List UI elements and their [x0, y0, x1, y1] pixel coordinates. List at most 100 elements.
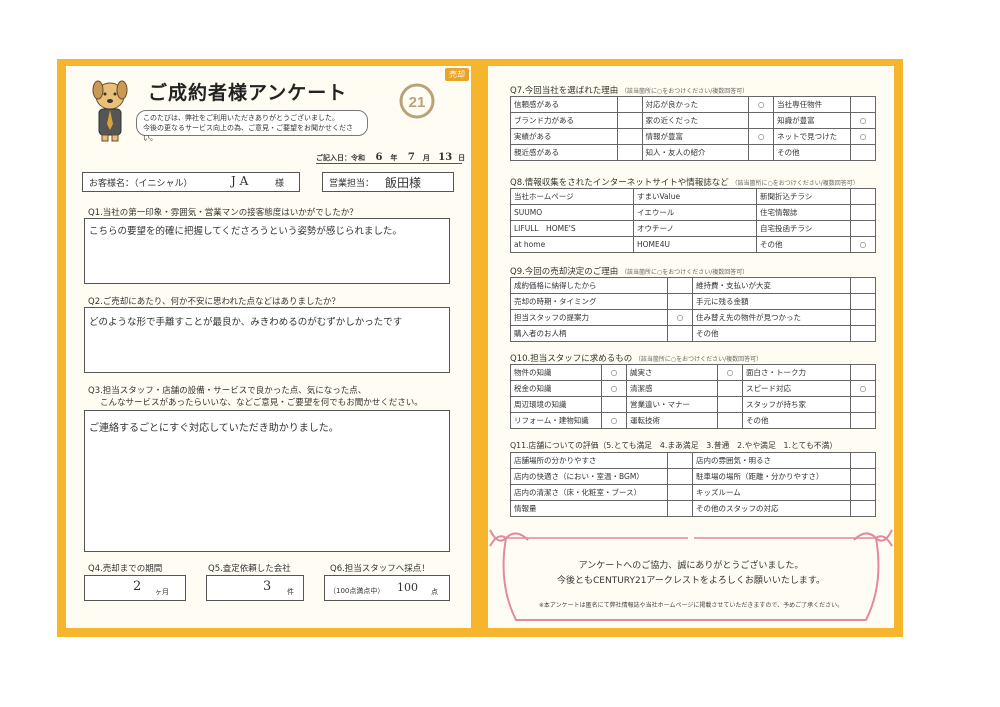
q10-option[interactable]: 誠実さ: [626, 364, 718, 381]
q10-option[interactable]: リフォーム・建物知識: [510, 412, 602, 429]
q7-option[interactable]: 情報が豊富: [641, 128, 750, 145]
q8-mark[interactable]: [850, 188, 876, 205]
logo-text: 21: [409, 94, 426, 111]
q7-mark[interactable]: [748, 112, 775, 129]
q7-option[interactable]: 知識が豊富: [773, 112, 852, 129]
q1-answer-box[interactable]: こちらの要望を的確に把握してくださろうという姿勢が感じられました。: [84, 218, 450, 284]
q7-option[interactable]: 知人・友人の紹介: [641, 144, 750, 161]
q9-option[interactable]: 売却の時期・タイミング: [510, 293, 668, 310]
q7-mark[interactable]: [616, 112, 643, 129]
q7-option[interactable]: ネットで見つけた: [773, 128, 852, 145]
q11-score[interactable]: [667, 452, 693, 469]
q7-option[interactable]: 信頼感がある: [510, 96, 618, 113]
q8-option[interactable]: オウチーノ: [633, 220, 757, 237]
q8-mark[interactable]: ○: [850, 236, 876, 253]
q9-mark[interactable]: [667, 293, 693, 310]
staff-name-field[interactable]: 営業担当： 飯田様: [322, 172, 454, 192]
q9-mark[interactable]: ○: [667, 309, 693, 326]
q9-mark[interactable]: [850, 277, 876, 294]
q8-mark[interactable]: [850, 220, 876, 237]
q11-score[interactable]: [850, 468, 876, 485]
q7-mark[interactable]: [616, 128, 643, 145]
q11-score[interactable]: [850, 452, 876, 469]
q8-option[interactable]: 住宅情報誌: [756, 204, 851, 221]
q7-option[interactable]: 家の近くだった: [641, 112, 750, 129]
q4-answer-box[interactable]: 2 ヶ月: [84, 575, 186, 601]
q11-score[interactable]: [667, 468, 693, 485]
q7-option[interactable]: その他: [773, 144, 852, 161]
q10-mark[interactable]: [717, 380, 743, 397]
q10-mark[interactable]: [850, 412, 876, 429]
q8-option[interactable]: 当社ホームページ: [510, 188, 634, 205]
q9-option[interactable]: 維持費・支払いが大変: [692, 277, 851, 294]
q8-option[interactable]: HOME4U: [633, 236, 757, 253]
q9-option[interactable]: その他: [692, 325, 851, 342]
q10-mark[interactable]: [717, 412, 743, 429]
q8-option[interactable]: イエウール: [633, 204, 757, 221]
q9-option[interactable]: 担当スタッフの提案力: [510, 309, 668, 326]
q7-option[interactable]: 実績がある: [510, 128, 618, 145]
q10-mark[interactable]: [717, 396, 743, 413]
q9-option[interactable]: 手元に残る金額: [692, 293, 851, 310]
q8-option[interactable]: その他: [756, 236, 851, 253]
q10-option[interactable]: 税金の知識: [510, 380, 602, 397]
q10-mark[interactable]: [601, 396, 627, 413]
q8-option[interactable]: SUUMO: [510, 204, 634, 221]
q5-answer-box[interactable]: 3 件: [206, 575, 304, 601]
q11-score[interactable]: [850, 500, 876, 517]
q10-option[interactable]: 物件の知識: [510, 364, 602, 381]
q10-option[interactable]: その他: [742, 412, 851, 429]
q10-mark[interactable]: ○: [601, 364, 627, 381]
q7-mark[interactable]: ○: [850, 112, 876, 129]
q2-answer-box[interactable]: どのような形で手離すことが最良か、みきわめるのがむずかしかったです: [84, 307, 450, 373]
q7-option[interactable]: 対応が良かった: [641, 96, 750, 113]
q10-mark[interactable]: [850, 364, 876, 381]
q10-mark[interactable]: ○: [601, 380, 627, 397]
q10-option[interactable]: スピード対応: [742, 380, 851, 397]
q9-option[interactable]: 成約価格に納得したから: [510, 277, 668, 294]
q8-option[interactable]: 自宅投函チラシ: [756, 220, 851, 237]
q7-mark[interactable]: [616, 96, 643, 113]
q7-mark[interactable]: [850, 96, 876, 113]
q10-mark[interactable]: [850, 396, 876, 413]
q10-mark[interactable]: ○: [601, 412, 627, 429]
q7-mark[interactable]: [850, 144, 876, 161]
q10-option[interactable]: 周辺環境の知識: [510, 396, 602, 413]
q11-score[interactable]: [850, 484, 876, 501]
q8-option[interactable]: すまいValue: [633, 188, 757, 205]
q10-option[interactable]: 営業違い・マナー: [626, 396, 718, 413]
q11-score[interactable]: [667, 484, 693, 501]
q9-option[interactable]: 購入者のお人柄: [510, 325, 668, 342]
q7-mark[interactable]: ○: [748, 96, 775, 113]
q11-score[interactable]: [667, 500, 693, 517]
q10-mark[interactable]: ○: [850, 380, 876, 397]
q8-mark[interactable]: [850, 204, 876, 221]
q7-option[interactable]: 当社専任物件: [773, 96, 852, 113]
customer-name-field[interactable]: お客様名：（イニシャル） J A 様: [82, 172, 300, 192]
q10-option[interactable]: 運転技術: [626, 412, 718, 429]
q10-option[interactable]: スタッフが持ち家: [742, 396, 851, 413]
q5-unit: 件: [287, 588, 294, 596]
q8-option[interactable]: 新聞折込チラシ: [756, 188, 851, 205]
q10-option[interactable]: 清潔感: [626, 380, 718, 397]
q9-mark[interactable]: [667, 325, 693, 342]
q7-mark[interactable]: [748, 144, 775, 161]
q6-answer-box[interactable]: （100点満点中） 100 点: [324, 575, 450, 601]
q10-mark[interactable]: ○: [717, 364, 743, 381]
q9-mark[interactable]: [667, 277, 693, 294]
q7-mark[interactable]: ○: [850, 128, 876, 145]
q10-option[interactable]: 面白さ・トーク力: [742, 364, 851, 381]
q9-mark[interactable]: [850, 325, 876, 342]
q9-mark[interactable]: [850, 309, 876, 326]
table-row: 店内の快適さ（におい・室温・BGM） 駐車場の場所（距離・分かりやすさ）: [510, 468, 876, 485]
q7-option[interactable]: 親近感がある: [510, 144, 618, 161]
q9-mark[interactable]: [850, 293, 876, 310]
q8-option[interactable]: at home: [510, 236, 634, 253]
table-row: 税金の知識 ○ 清潔感 スピード対応 ○: [510, 380, 876, 397]
q7-option[interactable]: ブランド力がある: [510, 112, 618, 129]
q7-mark[interactable]: ○: [748, 128, 775, 145]
q7-mark[interactable]: [616, 144, 643, 161]
q3-answer-box[interactable]: ご連絡するごとにすぐ対応していただき助かりました。: [84, 410, 450, 552]
q9-option[interactable]: 住み替え先の物件が見つかった: [692, 309, 851, 326]
q8-option[interactable]: LIFULL HOME'S: [510, 220, 634, 237]
